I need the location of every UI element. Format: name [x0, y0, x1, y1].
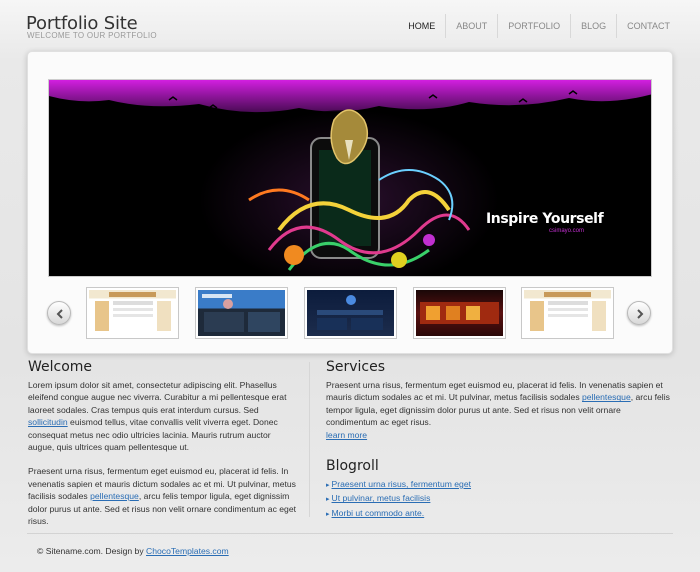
bullet-icon: ▸: [326, 510, 330, 518]
bullet-icon: ▸: [326, 482, 330, 490]
blogroll-heading: Blogroll: [326, 458, 379, 475]
thumbnail-preview: [95, 292, 171, 331]
blogroll-list: ▸ Praesent urna risus, fermentum eget ▸ Ut…: [326, 478, 672, 521]
chevron-left-icon: [56, 309, 63, 319]
bullet-icon: ▸: [326, 496, 330, 504]
services-section: Services Praesent urna risus, fermentum …: [326, 359, 672, 521]
site-tagline: WELCOME TO OUR PORTFOLIO: [27, 31, 157, 40]
blogroll-link[interactable]: Morbi ut commodo ante.: [332, 508, 425, 518]
main-nav: HOME ABOUT PORTFOLIO BLOG CONTACT: [398, 14, 680, 38]
nav-item-contact[interactable]: CONTACT: [616, 14, 680, 38]
slider-thumbnail[interactable]: [195, 287, 288, 339]
footer-credit-link[interactable]: ChocoTemplates.com: [146, 546, 229, 556]
nav-item-portfolio[interactable]: PORTFOLIO: [497, 14, 570, 38]
services-heading: Services: [326, 359, 386, 375]
thumbnail-preview: [202, 294, 280, 332]
pellentesque-link[interactable]: pellentesque: [582, 392, 631, 402]
banner-heading: Inspire Yourself: [486, 211, 604, 227]
chevron-right-icon: [637, 309, 644, 319]
banner-artwork: [49, 80, 651, 276]
list-item: ▸ Ut pulvinar, metus facilisis: [326, 492, 672, 506]
blogroll-link[interactable]: Ut pulvinar, metus facilisis: [332, 493, 431, 503]
footer-divider: [27, 533, 673, 534]
welcome-text: Lorem ipsum dolor sit amet, consectetur …: [28, 380, 287, 415]
thumbnail-preview: [420, 302, 499, 324]
banner-subtext: csimayo.com: [549, 228, 585, 234]
column-divider: [309, 362, 310, 517]
learn-more-link[interactable]: learn more: [326, 430, 367, 440]
slider-thumbnail[interactable]: [413, 287, 506, 339]
nav-item-home[interactable]: HOME: [398, 14, 445, 38]
welcome-paragraph: Praesent urna risus, fermentum eget euis…: [28, 465, 299, 527]
sollicitudin-link[interactable]: sollicitudin: [28, 417, 68, 427]
slider-prev-button[interactable]: [47, 301, 71, 325]
nav-item-blog[interactable]: BLOG: [570, 14, 616, 38]
footer: © Sitename.com. Design by ChocoTemplates…: [37, 546, 229, 556]
welcome-section: Welcome Lorem ipsum dolor sit amet, cons…: [28, 359, 299, 527]
welcome-paragraph: Lorem ipsum dolor sit amet, consectetur …: [28, 379, 299, 453]
list-item: ▸ Morbi ut commodo ante.: [326, 507, 672, 521]
pellentesque-link[interactable]: pellentesque: [90, 491, 139, 501]
portfolio-slider: Inspire Yourself csimayo.com: [27, 51, 673, 354]
blogroll-link[interactable]: Praesent urna risus, fermentum eget: [332, 479, 471, 489]
welcome-heading: Welcome: [28, 359, 93, 375]
thumbnail-preview: [317, 295, 383, 330]
slider-thumbnail[interactable]: [304, 287, 397, 339]
slider-next-button[interactable]: [627, 301, 651, 325]
copyright-text: © Sitename.com. Design by: [37, 546, 147, 556]
list-item: ▸ Praesent urna risus, fermentum eget: [326, 478, 672, 492]
nav-item-about[interactable]: ABOUT: [445, 14, 497, 38]
thumbnail-preview: [530, 292, 606, 331]
slider-thumbnail[interactable]: [521, 287, 614, 339]
services-paragraph: Praesent urna risus, fermentum eget euis…: [326, 379, 672, 441]
featured-banner-image[interactable]: Inspire Yourself csimayo.com: [48, 79, 652, 277]
slider-thumbnail[interactable]: [86, 287, 179, 339]
